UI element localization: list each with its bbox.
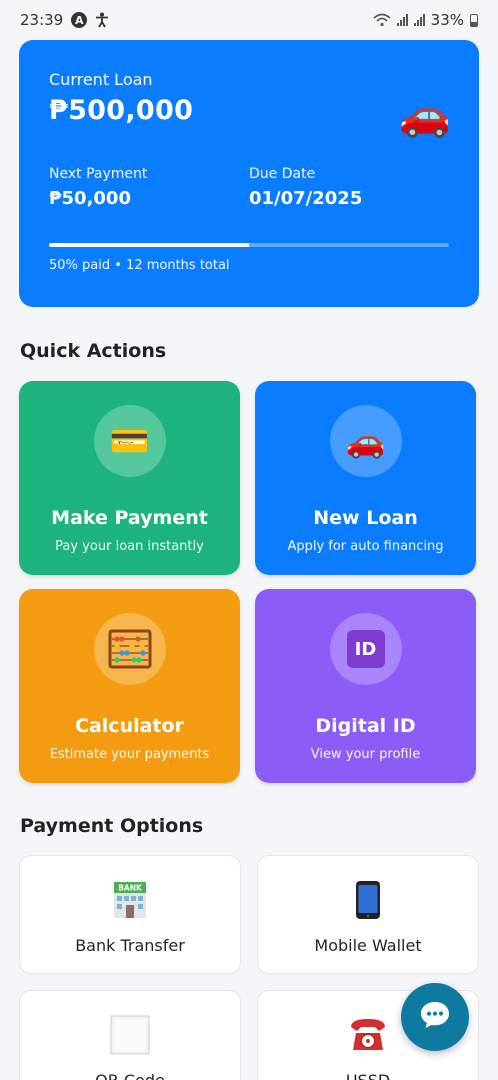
current-loan-label: Current Loan: [49, 70, 153, 89]
id-icon: ID: [329, 613, 402, 685]
battery-icon: [470, 13, 478, 27]
bank-transfer-label: Bank Transfer: [75, 936, 185, 955]
ussd-label: USSD: [346, 1071, 390, 1080]
digital-id-subtitle: View your profile: [310, 747, 421, 762]
current-loan-amount: ₱500,000: [49, 95, 194, 126]
credit-card-icon: 💳: [93, 405, 166, 477]
app-a-icon: A: [71, 12, 88, 28]
digital-id-title: Digital ID: [315, 715, 416, 737]
wifi-icon: [373, 13, 391, 27]
make-payment-title: Make Payment: [51, 507, 208, 529]
battery-percent: 33%: [430, 11, 464, 29]
chat-bubble-icon: [419, 1000, 451, 1034]
loan-progress-fill: [49, 243, 249, 247]
signal-icon: [413, 14, 425, 26]
qr-code-icon: [110, 1013, 150, 1057]
chat-button[interactable]: [401, 983, 469, 1051]
make-payment-subtitle: Pay your loan instantly: [55, 539, 204, 554]
digital-id-button[interactable]: ID Digital ID View your profile: [255, 589, 476, 783]
mobile-phone-icon: [355, 878, 381, 922]
new-loan-subtitle: Apply for auto financing: [287, 539, 444, 554]
calculator-button[interactable]: Calculator Estimate your payments: [19, 589, 240, 783]
status-bar: 23:39 A 33%: [0, 0, 498, 40]
bank-icon-text: BANK: [118, 884, 143, 893]
due-date-label: Due Date: [249, 166, 316, 182]
mobile-wallet-option[interactable]: Mobile Wallet: [257, 855, 479, 974]
calculator-title: Calculator: [75, 715, 184, 737]
new-loan-title: New Loan: [313, 507, 418, 529]
calculator-subtitle: Estimate your payments: [49, 747, 210, 762]
car-icon: 🚗: [398, 90, 451, 139]
accessibility-icon: [95, 12, 109, 28]
bank-transfer-option[interactable]: BANK Bank Transfer: [19, 855, 241, 974]
next-payment-value: ₱50,000: [49, 188, 131, 209]
bank-icon: BANK: [110, 878, 150, 922]
next-payment-label: Next Payment: [49, 166, 148, 182]
due-date-value: 01/07/2025: [249, 188, 363, 209]
current-loan-card[interactable]: Current Loan ₱500,000 🚗 Next Payment ₱50…: [19, 40, 479, 307]
abacus-icon: [93, 613, 166, 685]
qr-code-label: QR Code: [95, 1071, 165, 1080]
loan-progress-bar: [49, 243, 449, 247]
quick-actions-title: Quick Actions: [20, 340, 167, 362]
mobile-wallet-label: Mobile Wallet: [314, 936, 422, 955]
id-icon-text: ID: [346, 630, 385, 668]
new-loan-button[interactable]: 🚗 New Loan Apply for auto financing: [255, 381, 476, 575]
make-payment-button[interactable]: 💳 Make Payment Pay your loan instantly: [19, 381, 240, 575]
payment-options-title: Payment Options: [20, 815, 204, 837]
qr-code-option[interactable]: QR Code: [19, 990, 241, 1080]
loan-progress-text: 50% paid • 12 months total: [49, 258, 230, 273]
signal-icon: [396, 14, 408, 26]
telephone-icon: [348, 1013, 388, 1057]
status-time: 23:39: [20, 11, 64, 29]
car-icon: 🚗: [329, 405, 402, 477]
